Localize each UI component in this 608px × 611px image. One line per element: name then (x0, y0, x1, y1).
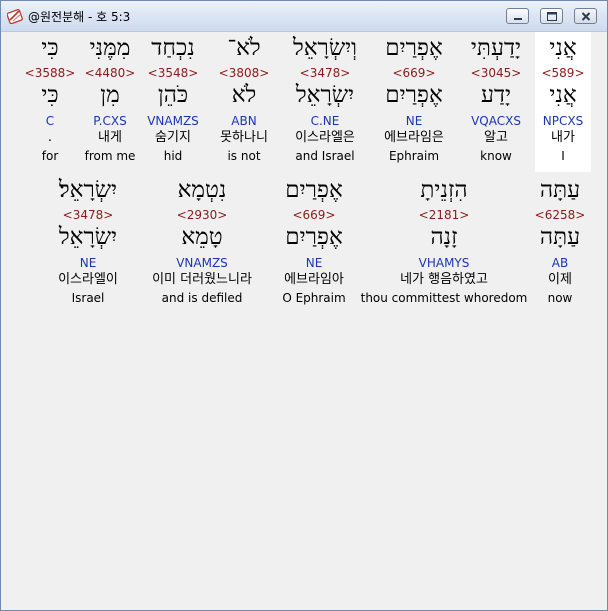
word-cell[interactable]: נִטְמָא <2930> טָמֵא VNAMZS 이미 더러웠느니라 an… (143, 174, 261, 314)
close-button[interactable] (574, 8, 597, 24)
minimize-button[interactable] (506, 8, 529, 24)
title-bar[interactable]: @원전분해 - 호 5:3 (1, 1, 607, 32)
app-icon (7, 9, 23, 24)
verse-analysis-panel: אֲנִי <589> אֲנִי NPCXS 내가 I יָדַעְתִּי … (2, 32, 606, 609)
maximize-icon (547, 12, 557, 21)
korean-gloss: . (47, 130, 53, 145)
hebrew-lemma: יִשְׂרָאֵל (58, 224, 118, 250)
word-cell[interactable]: וְיִשְׂרָאֵל <3478> יִשְׂרָאֵל C.NE 이스라엘… (287, 32, 363, 172)
close-icon (581, 12, 591, 21)
word-cell[interactable]: עַתָּה <6258> עַתָּה AB 이제 now (532, 174, 588, 314)
strong-number[interactable]: <3478> (26, 208, 150, 222)
window-title: @원전분해 - 호 5:3 (28, 10, 131, 24)
maximize-button[interactable] (540, 8, 563, 24)
strong-number[interactable]: <2181> (349, 208, 539, 222)
word-cell[interactable]: אֶפְרַיִם <669> אֶפְרַיִם NE 에브라임아 O Eph… (274, 174, 354, 314)
word-cell[interactable]: אֶפְרַיִם <669> אֶפְרַיִם NE 에브라임은 Ephra… (376, 32, 452, 172)
word-cell[interactable]: יָדַעְתִּי <3045> יָדַע VQACXS 알고 know (464, 32, 528, 172)
hebrew-lemma: כִּי (41, 82, 59, 108)
verse-row-2: עַתָּה <6258> עַתָּה AB 이제 now הִזְנֵיתָ… (2, 174, 606, 314)
hebrew-word: כִּי (41, 35, 59, 61)
korean-gloss: 이스라엘이 (58, 272, 118, 287)
hebrew-lemma: זָנָה (430, 224, 458, 250)
app-window: @원전분해 - 호 5:3 אֲנִי <589> אֲנִי NPCXS 내가… (0, 0, 608, 611)
parse-code: NE (79, 256, 97, 270)
word-cell[interactable]: יִשְׂרָאֵל׃ <3478> יִשְׂרָאֵל NE 이스라엘이 I… (46, 174, 130, 314)
hebrew-word: הִזְנֵיתָ (420, 177, 468, 203)
parse-code: C (45, 114, 55, 128)
word-cell[interactable]: הִזְנֵיתָ <2181> זָנָה VHAMYS 네가 행음하였고 t… (361, 174, 528, 314)
english-gloss: for (41, 149, 59, 163)
verse-row-1: אֲנִי <589> אֲנִי NPCXS 내가 I יָדַעְתִּי … (2, 32, 606, 172)
hebrew-word: יִשְׂרָאֵל׃ (58, 177, 118, 203)
english-gloss: thou committest whoredom (360, 291, 528, 305)
korean-gloss: 네가 행음하였고 (400, 272, 488, 287)
word-cell[interactable]: כִּי <3588> כִּי C . for (25, 32, 76, 172)
minimize-icon (514, 18, 522, 20)
parse-code: VHAMYS (418, 256, 470, 270)
strong-number[interactable]: <3588> (6, 66, 94, 80)
english-gloss: Israel (71, 291, 105, 305)
